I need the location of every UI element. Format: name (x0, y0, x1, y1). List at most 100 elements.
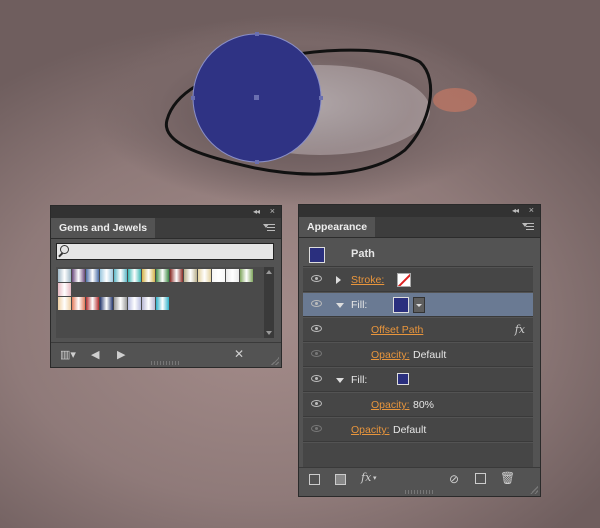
resize-grip[interactable] (404, 490, 435, 494)
vertical-scrollbar[interactable] (264, 267, 274, 338)
gem-swatch[interactable] (58, 283, 71, 296)
object-thumbnail (309, 247, 325, 263)
gem-swatch[interactable] (100, 269, 113, 282)
fill-label: Fill: (351, 299, 368, 311)
swatch-search-field[interactable] (56, 243, 275, 261)
gem-swatch[interactable] (58, 297, 71, 310)
fill-row[interactable]: Fill: (303, 368, 533, 392)
resize-grip[interactable] (151, 361, 181, 365)
offset-path-effect-link[interactable]: Offset Path (371, 324, 423, 336)
panel-bottom-toolbar: ▥▾ ◀ ▶ ✕ (51, 342, 281, 367)
gem-swatch[interactable] (142, 297, 155, 310)
swatch-list (56, 267, 264, 338)
fill-dropdown-button[interactable] (413, 297, 425, 313)
panel-menu-icon[interactable] (263, 222, 275, 234)
collapse-icon[interactable]: ◂◂ (512, 206, 519, 215)
panel-titlebar[interactable]: ◂◂ × (299, 205, 540, 217)
stroke-label[interactable]: Stroke: (351, 274, 384, 286)
opacity-value: Default (393, 424, 427, 436)
add-new-stroke-icon[interactable] (309, 474, 320, 485)
add-new-fill-icon[interactable] (335, 474, 346, 485)
scroll-down-icon[interactable] (266, 331, 272, 335)
swatch-libraries-menu-icon[interactable]: ▥▾ (60, 348, 76, 361)
gem-swatch[interactable] (86, 297, 99, 310)
offset-path-row[interactable]: Offset Path fx (303, 318, 533, 342)
anchor-point[interactable] (255, 32, 259, 36)
scroll-up-icon[interactable] (266, 270, 272, 274)
gem-swatch[interactable] (226, 269, 239, 282)
close-icon[interactable]: × (529, 205, 534, 215)
delete-trash-icon[interactable]: 🗑 (500, 471, 515, 485)
gem-swatch[interactable] (128, 297, 141, 310)
panel-bottom-toolbar: fx ▾ ⊘ 🗑 (299, 467, 540, 496)
clear-appearance-icon[interactable]: ⊘ (449, 472, 459, 486)
gem-swatch[interactable] (72, 297, 85, 310)
fill-row-selected[interactable]: Fill: (303, 293, 533, 317)
object-header-row: Path (303, 243, 533, 267)
center-point (254, 95, 259, 100)
anchor-point[interactable] (319, 96, 323, 100)
anchor-point[interactable] (191, 96, 195, 100)
panel-titlebar[interactable]: ◂◂ × (51, 206, 281, 218)
stroke-none-swatch[interactable] (397, 273, 411, 287)
add-new-effect-dropdown-icon[interactable]: ▾ (373, 474, 377, 482)
gem-swatch[interactable] (156, 297, 169, 310)
panel-tabbar: Gems and Jewels (51, 218, 281, 239)
opacity-value: Default (413, 349, 447, 361)
previous-library-icon[interactable]: ◀ (91, 348, 99, 361)
gem-swatch[interactable] (86, 269, 99, 282)
opacity-link[interactable]: Opacity: (371, 399, 410, 411)
visibility-eye-icon[interactable] (311, 425, 322, 432)
gem-swatch[interactable] (184, 269, 197, 282)
resize-corner-icon[interactable] (530, 486, 538, 494)
object-opacity-row[interactable]: Opacity: Default (303, 418, 533, 442)
anchor-point[interactable] (255, 160, 259, 164)
gem-swatch[interactable] (170, 269, 183, 282)
visibility-eye-icon[interactable] (311, 375, 322, 382)
gem-swatch[interactable] (142, 269, 155, 282)
gem-swatch[interactable] (128, 269, 141, 282)
gem-swatch[interactable] (114, 269, 127, 282)
fx-icon[interactable]: fx (515, 323, 525, 336)
gem-swatch[interactable] (114, 297, 127, 310)
duplicate-item-icon[interactable] (475, 473, 486, 484)
gem-swatch[interactable] (72, 269, 85, 282)
panel-menu-icon[interactable] (522, 221, 534, 233)
visibility-eye-icon[interactable] (311, 400, 322, 407)
gem-swatch[interactable] (156, 269, 169, 282)
gem-swatch[interactable] (212, 269, 225, 282)
next-library-icon[interactable]: ▶ (117, 348, 125, 361)
gem-swatch[interactable] (100, 297, 113, 310)
collapse-arrow-icon[interactable] (336, 378, 344, 383)
visibility-eye-icon[interactable] (311, 300, 322, 307)
resize-corner-icon[interactable] (271, 357, 279, 365)
search-input[interactable] (71, 244, 275, 261)
gems-and-jewels-panel: ◂◂ × Gems and Jewels ▥▾ ◀ ▶ ✕ (50, 205, 282, 368)
panel-tabbar: Appearance (299, 217, 540, 238)
object-type-label: Path (351, 248, 375, 260)
tab-appearance[interactable]: Appearance (299, 217, 376, 237)
visibility-eye-icon[interactable] (311, 275, 322, 282)
gem-swatch[interactable] (198, 269, 211, 282)
opacity-value: 80% (413, 399, 435, 411)
collapse-arrow-icon[interactable] (336, 303, 344, 308)
opacity-link[interactable]: Opacity: (371, 349, 410, 361)
fill-opacity-row[interactable]: Opacity: 80% (303, 393, 533, 417)
close-icon[interactable]: × (270, 206, 275, 216)
opacity-link[interactable]: Opacity: (351, 424, 390, 436)
tab-gems-and-jewels[interactable]: Gems and Jewels (51, 218, 156, 238)
swatch-grid (58, 269, 258, 311)
visibility-eye-icon[interactable] (311, 350, 322, 357)
collapse-icon[interactable]: ◂◂ (253, 207, 260, 216)
expand-arrow-icon[interactable] (336, 276, 341, 284)
fill-color-swatch[interactable] (397, 373, 409, 385)
gem-swatch[interactable] (58, 269, 71, 282)
visibility-eye-icon[interactable] (311, 325, 322, 332)
add-new-effect-icon[interactable]: fx (361, 471, 371, 484)
gem-swatch[interactable] (240, 269, 253, 282)
fill-color-swatch[interactable] (393, 297, 409, 313)
appearance-panel: ◂◂ × Appearance Path Stroke: Fill: Offse… (298, 204, 541, 497)
stroke-row[interactable]: Stroke: (303, 268, 533, 292)
fill-opacity-row[interactable]: Opacity: Default (303, 343, 533, 367)
swatch-options-icon[interactable]: ✕ (234, 347, 244, 361)
